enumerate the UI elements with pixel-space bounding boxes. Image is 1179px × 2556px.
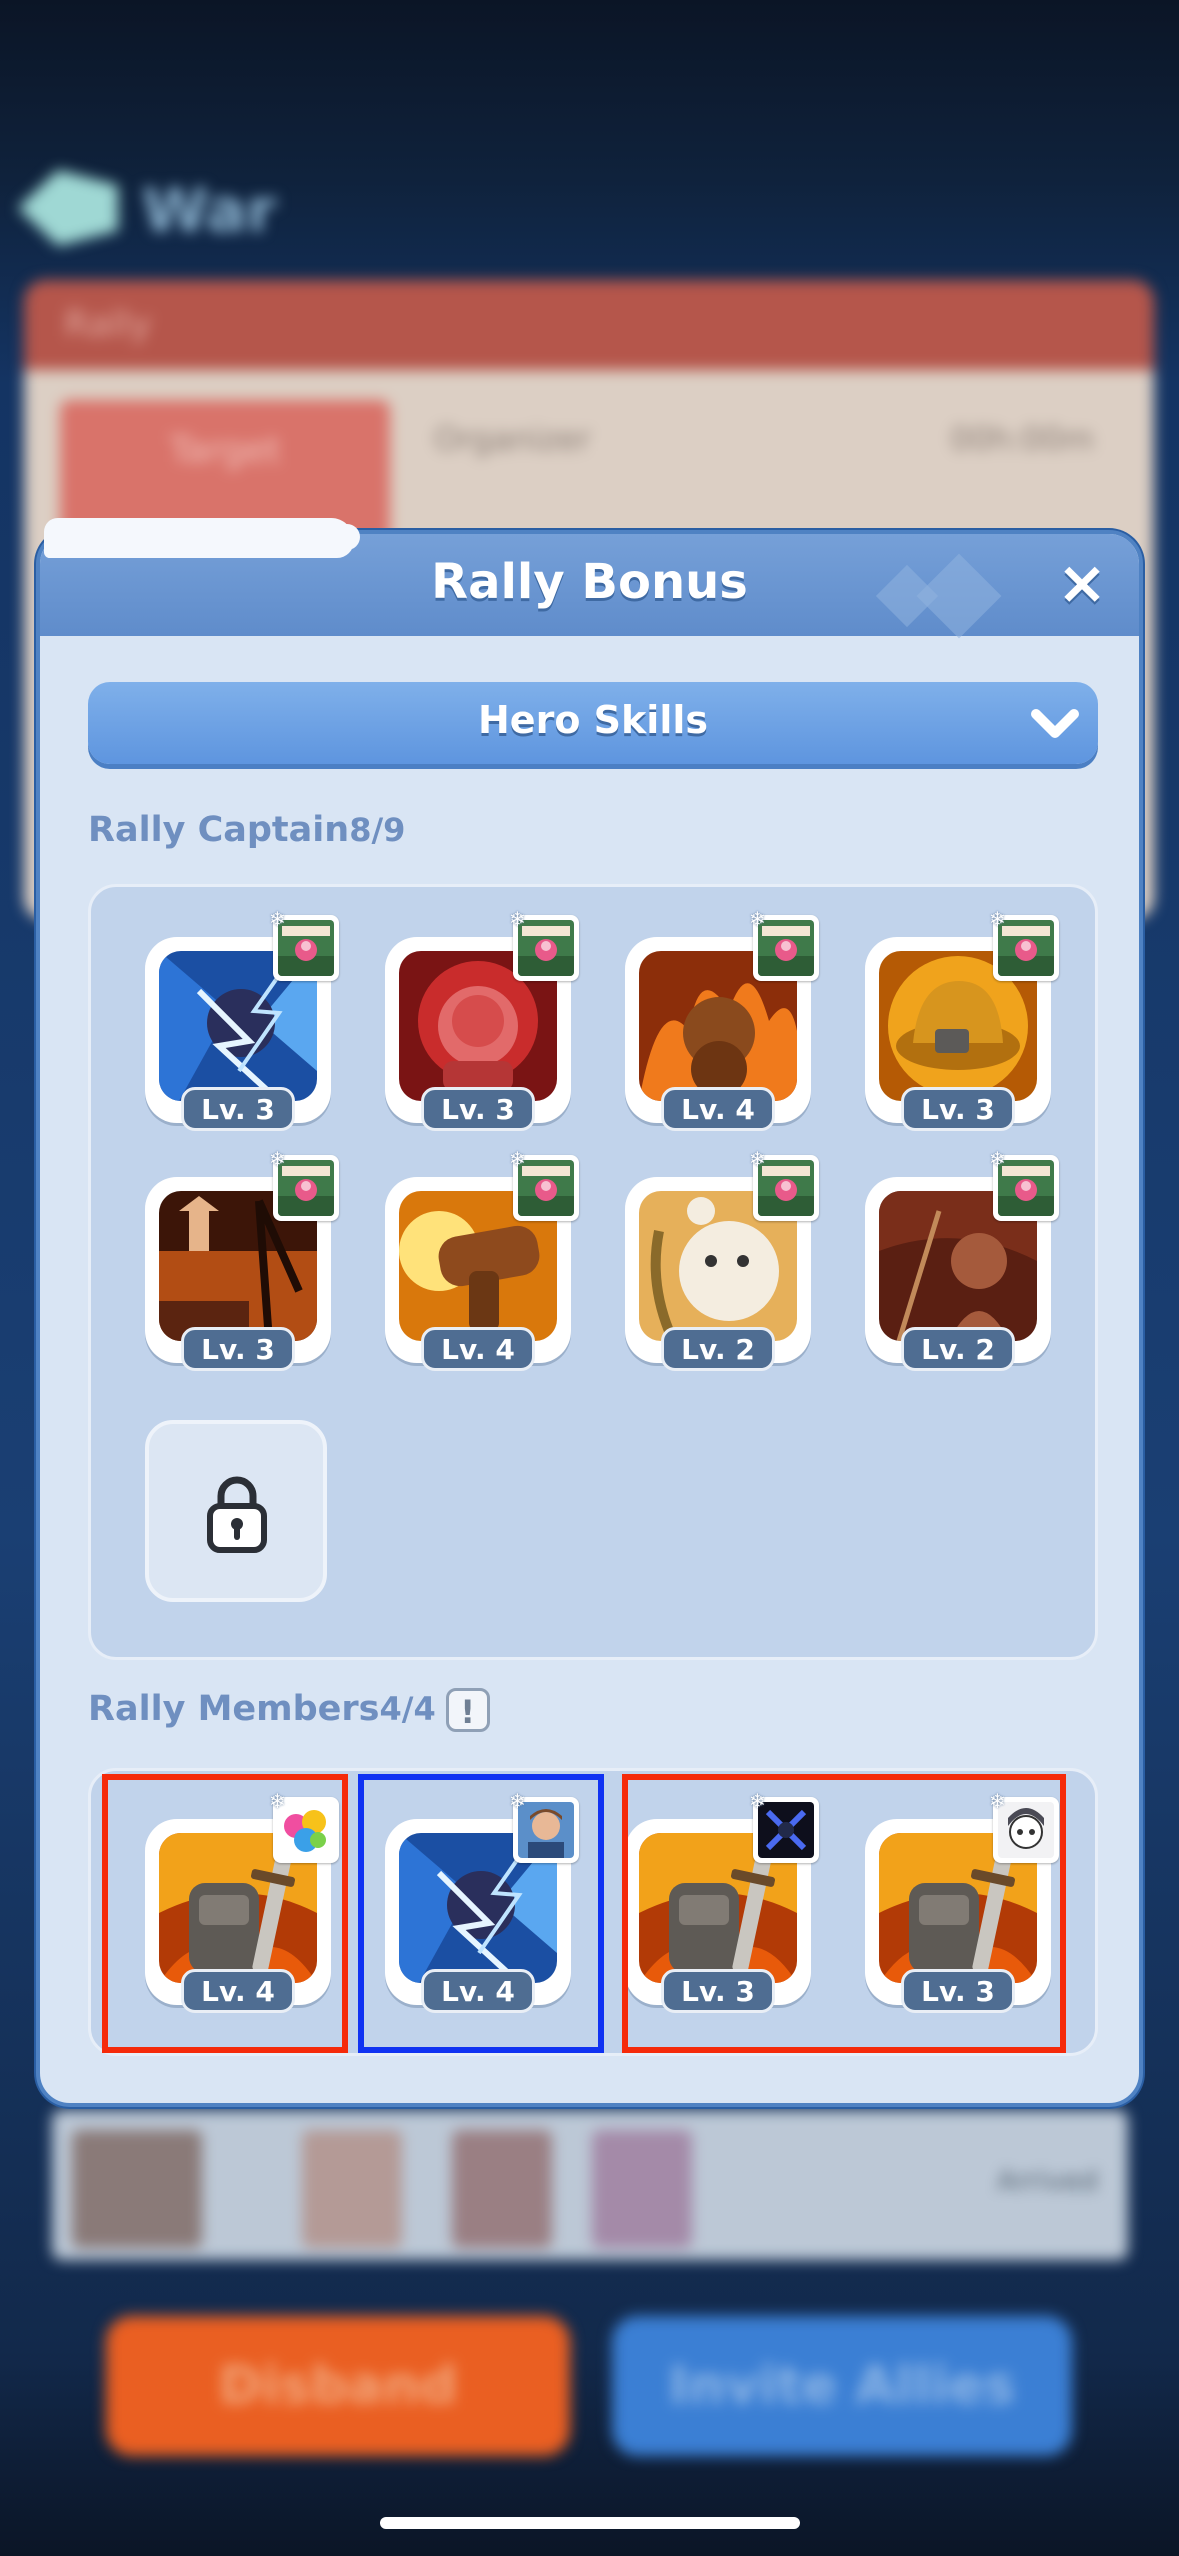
dropdown-label: Hero Skills bbox=[478, 698, 708, 742]
skill-level-badge: Lv. 3 bbox=[421, 1087, 535, 1131]
member-status: Arrived bbox=[996, 2164, 1098, 2197]
avatar bbox=[452, 2130, 552, 2248]
chevron-down-icon bbox=[1031, 709, 1079, 738]
rally-members-label: Rally Members bbox=[88, 1689, 380, 1729]
captain-avatar-icon: ❄ bbox=[749, 909, 819, 981]
rally-organizer-label: Organizer bbox=[434, 420, 591, 458]
captain-avatar-icon: ❄ bbox=[749, 1149, 819, 1221]
skill-tile[interactable]: Lv. 3 ❄ bbox=[385, 909, 579, 1131]
rally-card-header-label: Rally bbox=[64, 304, 152, 345]
close-icon[interactable]: × bbox=[1047, 548, 1117, 618]
rally-target-label: Target bbox=[169, 430, 281, 471]
skill-type-dropdown[interactable]: Hero Skills bbox=[88, 682, 1098, 764]
skill-level-badge: Lv. 4 bbox=[661, 1087, 775, 1131]
skill-tile[interactable]: Lv. 3 ❄ bbox=[865, 909, 1059, 1131]
rally-members-heading: Rally Members4/4! bbox=[88, 1688, 490, 1732]
skill-tile[interactable]: Lv. 3 ❄ bbox=[145, 1149, 339, 1371]
rally-timer: 00h:00m bbox=[950, 420, 1094, 458]
highlight-box-blue bbox=[358, 1774, 604, 2053]
skill-tile[interactable]: Lv. 4 ❄ bbox=[385, 1149, 579, 1371]
skill-tile[interactable]: Lv. 2 ❄ bbox=[865, 1149, 1059, 1371]
skill-level-badge: Lv. 3 bbox=[901, 1087, 1015, 1131]
avatar bbox=[72, 2130, 202, 2248]
captain-avatar-icon: ❄ bbox=[989, 909, 1059, 981]
rally-captain-count: 8/9 bbox=[349, 811, 406, 849]
rally-info-line: Organizer 00h:00m bbox=[434, 420, 1094, 460]
highlight-box-red bbox=[102, 1774, 348, 2053]
skill-tile[interactable]: Lv. 3 ❄ bbox=[145, 909, 339, 1131]
modal-title: Rally Bonus bbox=[431, 554, 748, 610]
captain-avatar-icon: ❄ bbox=[989, 1149, 1059, 1221]
captain-skills-panel: Lv. 3 ❄ Lv. 3 ❄ Lv. 4 ❄ Lv. 3 ❄ Lv. 3 ❄ Lv. 4 ❄ Lv. … bbox=[88, 884, 1098, 1660]
rally-member-list: Arrived bbox=[52, 2110, 1128, 2260]
highlight-box-red bbox=[622, 1774, 1066, 2053]
skill-tile[interactable]: Lv. 2 ❄ bbox=[625, 1149, 819, 1371]
rally-card-header: Rally bbox=[24, 280, 1154, 370]
snowflake-icon: ❄ bbox=[269, 1147, 286, 1171]
snowflake-icon: ❄ bbox=[509, 1147, 526, 1171]
captain-avatar-icon: ❄ bbox=[509, 909, 579, 981]
rally-members-count: 4/4 bbox=[379, 1690, 436, 1728]
snowflake-icon: ❄ bbox=[509, 907, 526, 931]
back-arrow-icon[interactable] bbox=[18, 170, 118, 246]
snowflake-icon: ❄ bbox=[749, 907, 766, 931]
skill-level-badge: Lv. 3 bbox=[181, 1087, 295, 1131]
home-indicator[interactable] bbox=[380, 2517, 800, 2529]
lock-icon bbox=[207, 1476, 267, 1553]
skill-tile[interactable]: Lv. 4 ❄ bbox=[625, 909, 819, 1131]
snowflake-icon: ❄ bbox=[989, 907, 1006, 931]
snow-decoration bbox=[280, 524, 360, 550]
invite-allies-button[interactable]: Invite Allies bbox=[612, 2316, 1072, 2456]
captain-avatar-icon: ❄ bbox=[269, 1149, 339, 1221]
snowflake-icon: ❄ bbox=[989, 1147, 1006, 1171]
rally-captain-label: Rally Captain bbox=[88, 810, 350, 850]
snowflake-icon: ❄ bbox=[749, 1147, 766, 1171]
captain-avatar-icon: ❄ bbox=[509, 1149, 579, 1221]
disband-button[interactable]: Disband bbox=[106, 2316, 570, 2456]
snowflake-icon: ❄ bbox=[269, 907, 286, 931]
rally-captain-heading: Rally Captain8/9 bbox=[88, 810, 405, 850]
skill-level-badge: Lv. 3 bbox=[181, 1327, 295, 1371]
background-header: War bbox=[0, 150, 1179, 270]
captain-avatar-icon: ❄ bbox=[269, 909, 339, 981]
avatar bbox=[302, 2130, 402, 2248]
background-title: War bbox=[142, 176, 277, 246]
locked-skill-slot[interactable] bbox=[145, 1420, 327, 1602]
info-icon[interactable]: ! bbox=[445, 1688, 490, 1732]
skill-level-badge: Lv. 4 bbox=[421, 1327, 535, 1371]
avatar bbox=[592, 2130, 692, 2248]
skill-level-badge: Lv. 2 bbox=[901, 1327, 1015, 1371]
skill-level-badge: Lv. 2 bbox=[661, 1327, 775, 1371]
